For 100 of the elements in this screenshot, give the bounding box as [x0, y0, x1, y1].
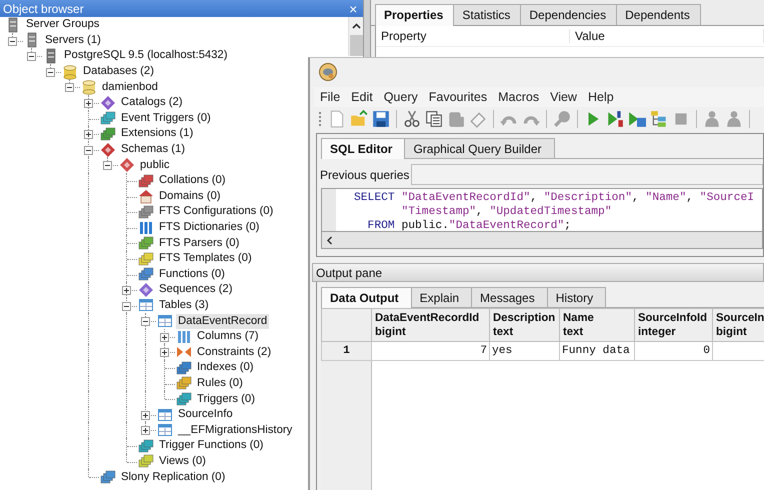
- scroll-up-icon[interactable]: [352, 23, 361, 29]
- floppy-icon[interactable]: [372, 110, 390, 128]
- menu-item[interactable]: Query: [384, 90, 418, 104]
- tree-item[interactable]: FTS Parsers (0): [157, 236, 242, 251]
- menu-item[interactable]: Help: [588, 90, 614, 104]
- tree-item[interactable]: FTS Configurations (0): [157, 204, 276, 220]
- table-cell: Funny data: [560, 342, 634, 360]
- expand-toggle[interactable]: [84, 130, 93, 140]
- play-script-icon[interactable]: [606, 110, 624, 128]
- diamond-icon: [119, 157, 135, 174]
- collapse-toggle[interactable]: [103, 161, 112, 170]
- expand-toggle[interactable]: [160, 348, 169, 358]
- tree-item[interactable]: FTS Dictionaries (0): [157, 220, 262, 236]
- collapse-toggle[interactable]: [65, 83, 74, 92]
- layers-icon: [176, 360, 192, 376]
- tree-item[interactable]: Domains (0): [157, 188, 223, 204]
- tab[interactable]: Dependencies: [520, 4, 618, 25]
- tree-item[interactable]: __EFMigrationsHistory: [176, 422, 294, 438]
- collapse-toggle[interactable]: [46, 68, 55, 77]
- tab[interactable]: Graphical Query Builder: [404, 138, 555, 158]
- layers-icon: [176, 391, 192, 408]
- close-button[interactable]: ×: [349, 2, 358, 16]
- database-icon: [62, 64, 78, 80]
- column-header[interactable]: Property: [376, 29, 570, 43]
- menu-item[interactable]: Edit: [351, 90, 373, 104]
- tree-item[interactable]: Indexes (0): [195, 360, 256, 376]
- expand-toggle[interactable]: [160, 332, 169, 342]
- column-header[interactable]: Name text: [560, 308, 634, 342]
- tree-item[interactable]: Catalogs (2): [119, 95, 185, 110]
- tree-item[interactable]: damienbod: [100, 80, 160, 95]
- expand-toggle[interactable]: [141, 410, 150, 420]
- tree-item[interactable]: Server Groups: [24, 17, 102, 32]
- copy-icon[interactable]: [425, 110, 443, 128]
- tree-item[interactable]: Triggers (0): [195, 392, 257, 407]
- play-save-icon[interactable]: [628, 110, 646, 128]
- tab[interactable]: Dependents: [616, 4, 701, 25]
- tree-item[interactable]: Schemas (1): [119, 142, 188, 158]
- code-line: FROM public."DataEventRecord";: [366, 219, 571, 231]
- tree-item[interactable]: DataEventRecord: [176, 314, 270, 329]
- sql-editor[interactable]: SELECT "DataEventRecordId", "Description", "Name", "SourceI "Timestamp", "UpdatedTimestamp" FROM public."DataEventRecord";: [321, 188, 763, 231]
- tree-item[interactable]: Columns (7): [195, 329, 261, 344]
- tree-item[interactable]: Rules (0): [195, 376, 245, 391]
- diamond-icon: [100, 94, 116, 111]
- menu-item[interactable]: File: [320, 90, 340, 104]
- column-header[interactable]: SourceInfoId integer: [634, 308, 712, 342]
- table-cell: yes: [490, 342, 560, 360]
- tree-item[interactable]: Event Triggers (0): [119, 110, 213, 126]
- menu-item[interactable]: View: [550, 90, 577, 104]
- scroll-left-icon[interactable]: [326, 236, 333, 244]
- collapse-toggle[interactable]: [8, 36, 17, 46]
- column-header[interactable]: DataEventRecordId bigint: [372, 308, 490, 342]
- tree-item[interactable]: Views (0): [157, 454, 208, 469]
- layers-icon: [138, 438, 154, 454]
- tree-item[interactable]: Functions (0): [157, 266, 227, 282]
- row-header[interactable]: 1: [322, 342, 372, 360]
- tab[interactable]: SQL Editor: [321, 138, 406, 159]
- tab[interactable]: Statistics: [453, 4, 522, 25]
- tab[interactable]: History: [546, 287, 606, 307]
- diagram-icon[interactable]: [650, 110, 668, 128]
- tree-item[interactable]: FTS Templates (0): [157, 251, 254, 266]
- tree-item[interactable]: SourceInfo: [176, 407, 235, 422]
- collapse-toggle[interactable]: [84, 146, 93, 155]
- tree-item[interactable]: Extensions (1): [119, 126, 196, 142]
- expand-toggle[interactable]: [84, 98, 93, 108]
- table-cell: 7: [372, 342, 490, 360]
- tree-item[interactable]: Databases (2): [81, 64, 156, 80]
- tree-item[interactable]: Sequences (2): [157, 282, 234, 298]
- table-icon: [157, 406, 173, 423]
- table-icon: [157, 422, 173, 438]
- tree-item[interactable]: PostgreSQL 9.5 (localhost:5432): [62, 48, 230, 64]
- scissors-icon[interactable]: [403, 110, 421, 128]
- layers-icon: [100, 126, 116, 142]
- expand-toggle[interactable]: [141, 426, 150, 436]
- tree-item[interactable]: Slony Replication (0): [119, 470, 228, 485]
- tree-item[interactable]: public: [138, 158, 172, 173]
- collapse-toggle[interactable]: [27, 52, 36, 62]
- collapse-toggle[interactable]: [141, 317, 150, 326]
- tree-item[interactable]: Trigger Functions (0): [157, 438, 266, 454]
- house-icon: [138, 188, 154, 204]
- scroll-thumb[interactable]: [350, 35, 363, 56]
- tree-item[interactable]: Constraints (2): [195, 344, 274, 360]
- menu-item[interactable]: Favourites: [428, 90, 488, 104]
- layers-icon: [138, 453, 154, 470]
- expand-toggle[interactable]: [122, 286, 131, 296]
- layers-icon: [100, 110, 116, 126]
- tree-item[interactable]: Servers (1): [43, 32, 103, 48]
- column-header[interactable]: Value: [570, 29, 764, 43]
- menu-item[interactable]: Macros: [498, 90, 540, 104]
- tab[interactable]: Properties: [375, 4, 454, 26]
- tab[interactable]: Data Output: [321, 287, 412, 308]
- tab[interactable]: Messages: [471, 287, 548, 307]
- horizontal-scrollbar[interactable]: [321, 231, 763, 249]
- tab[interactable]: Explain: [410, 287, 472, 307]
- tree-item[interactable]: Tables (3): [157, 298, 211, 313]
- scrollbar[interactable]: [348, 17, 364, 56]
- tree-item[interactable]: Collations (0): [157, 173, 228, 188]
- column-header[interactable]: Description text: [490, 308, 560, 342]
- column-header[interactable]: SourceIn bigint: [712, 308, 764, 342]
- toolbar-grip[interactable]: [318, 111, 322, 127]
- collapse-toggle[interactable]: [122, 302, 131, 311]
